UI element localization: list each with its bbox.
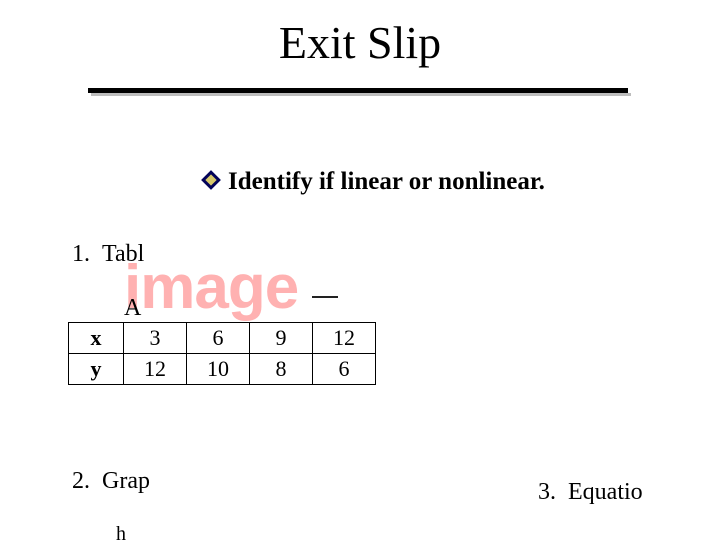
- cell: 12: [124, 354, 187, 385]
- slide-title: Exit Slip: [0, 16, 720, 69]
- q2-number: 2.: [72, 468, 90, 494]
- cell: 12: [313, 323, 376, 354]
- cell: 3: [124, 323, 187, 354]
- q1-word: Tabl: [102, 241, 144, 267]
- table-row: y 12 10 8 6: [69, 354, 376, 385]
- question-3-label: 3. Equatio: [538, 479, 720, 506]
- row-header-x: x: [69, 323, 124, 354]
- q3-number: 3.: [538, 479, 556, 505]
- cell: 6: [313, 354, 376, 385]
- question-1-label: 1. Tabl: [72, 241, 720, 268]
- data-table: x 3 6 9 12 y 12 10 8 6: [68, 322, 376, 385]
- cell: 9: [250, 323, 313, 354]
- subtitle-text: Identify if linear or nonlinear.: [228, 168, 545, 195]
- q1-number: 1.: [72, 241, 90, 267]
- cell: 8: [250, 354, 313, 385]
- table-row: x 3 6 9 12: [69, 323, 376, 354]
- q3-subletter: n: [574, 534, 720, 540]
- title-divider: [88, 88, 628, 96]
- cell: 6: [187, 323, 250, 354]
- q3-word: Equatio: [568, 479, 643, 505]
- cell: 10: [187, 354, 250, 385]
- q2-word: Grap: [102, 468, 150, 494]
- subtitle-line: Identify if linear or nonlinear.: [204, 168, 720, 196]
- q1-subletter: A: [124, 295, 720, 322]
- row-header-y: y: [69, 354, 124, 385]
- diamond-bullet-icon: [201, 170, 221, 190]
